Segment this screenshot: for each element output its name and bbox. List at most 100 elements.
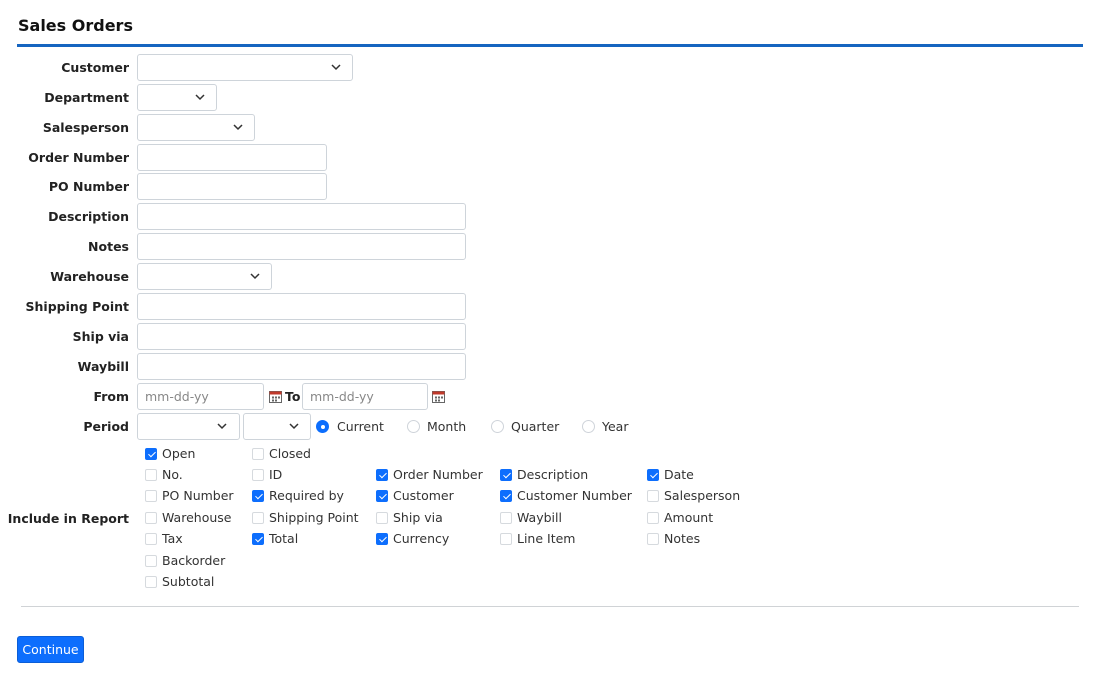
period-current-radio[interactable] <box>316 420 329 433</box>
salesperson-select[interactable] <box>137 114 255 141</box>
include-amount-label: Amount <box>664 510 714 525</box>
shipping-point-input[interactable] <box>137 293 466 320</box>
chevron-down-icon <box>331 63 341 71</box>
from-label: From <box>93 389 129 404</box>
customer-label: Customer <box>61 60 129 75</box>
ship-via-input[interactable] <box>137 323 466 350</box>
include-waybill-checkbox[interactable] <box>500 512 512 524</box>
sales-orders-page: Sales Orders Customer Department Salespe… <box>0 0 1100 688</box>
include-waybill-label: Waybill <box>517 510 562 525</box>
include-customer-number-label: Customer Number <box>517 488 632 503</box>
warehouse-label: Warehouse <box>50 269 129 284</box>
include-backorder-checkbox[interactable] <box>145 555 157 567</box>
include-date-label: Date <box>664 467 694 482</box>
calendar-icon[interactable] <box>432 391 445 403</box>
include-subtotal-checkbox[interactable] <box>145 576 157 588</box>
include-no-label: No. <box>162 467 183 482</box>
to-label: To <box>285 389 301 404</box>
include-no-checkbox[interactable] <box>145 469 157 481</box>
include-total-label: Total <box>269 531 299 546</box>
notes-label: Notes <box>88 239 129 254</box>
chevron-down-icon <box>289 422 299 430</box>
salesperson-label: Salesperson <box>42 120 129 135</box>
include-salesperson-label: Salesperson <box>664 488 741 503</box>
to-date-input[interactable] <box>302 383 428 410</box>
continue-button[interactable]: Continue <box>17 636 84 663</box>
include-warehouse-label: Warehouse <box>162 510 232 525</box>
description-input[interactable] <box>137 203 466 230</box>
calendar-icon[interactable] <box>269 391 282 403</box>
order-number-label: Order Number <box>28 150 129 165</box>
customer-select[interactable] <box>137 54 353 81</box>
include-id-label: ID <box>269 467 283 482</box>
po-number-label: PO Number <box>48 179 129 194</box>
notes-input[interactable] <box>137 233 466 260</box>
description-label: Description <box>48 209 129 224</box>
divider <box>21 606 1079 607</box>
include-currency-label: Currency <box>393 531 450 546</box>
include-closed-checkbox[interactable] <box>252 448 264 460</box>
include-shipping-point-label: Shipping Point <box>269 510 359 525</box>
include-total-checkbox[interactable] <box>252 533 264 545</box>
include-in-report-label: Include in Report <box>7 511 129 526</box>
title-bar: Sales Orders <box>17 0 1083 47</box>
include-tax-label: Tax <box>162 531 183 546</box>
include-closed-label: Closed <box>269 446 311 461</box>
period-quarter-radio[interactable] <box>491 420 504 433</box>
include-customer-checkbox[interactable] <box>376 490 388 502</box>
include-description-checkbox[interactable] <box>500 469 512 481</box>
period-year-radio[interactable] <box>582 420 595 433</box>
include-po-number-checkbox[interactable] <box>145 490 157 502</box>
include-tax-checkbox[interactable] <box>145 533 157 545</box>
include-line-item-label: Line Item <box>517 531 576 546</box>
shipping-point-label: Shipping Point <box>25 299 129 314</box>
include-description-label: Description <box>517 467 589 482</box>
department-label: Department <box>44 90 129 105</box>
period-month-label: Month <box>427 419 467 434</box>
include-ship-via-label: Ship via <box>393 510 443 525</box>
period-year-label: Year <box>602 419 629 434</box>
include-warehouse-checkbox[interactable] <box>145 512 157 524</box>
include-notes-checkbox[interactable] <box>647 533 659 545</box>
period-quarter-label: Quarter <box>511 419 560 434</box>
from-date-input[interactable] <box>137 383 264 410</box>
period-current-label: Current <box>337 419 384 434</box>
include-po-number-label: PO Number <box>162 488 234 503</box>
department-select[interactable] <box>137 84 217 111</box>
include-backorder-label: Backorder <box>162 553 226 568</box>
order-number-input[interactable] <box>137 144 327 171</box>
include-required-by-label: Required by <box>269 488 344 503</box>
period-year-select[interactable] <box>243 413 311 440</box>
include-id-checkbox[interactable] <box>252 469 264 481</box>
include-required-by-checkbox[interactable] <box>252 490 264 502</box>
include-amount-checkbox[interactable] <box>647 512 659 524</box>
period-label: Period <box>83 419 129 434</box>
waybill-label: Waybill <box>77 359 129 374</box>
include-subtotal-label: Subtotal <box>162 574 215 589</box>
chevron-down-icon <box>233 123 243 131</box>
chevron-down-icon <box>217 422 227 430</box>
po-number-input[interactable] <box>137 173 327 200</box>
chevron-down-icon <box>250 272 260 280</box>
period-month-select[interactable] <box>137 413 240 440</box>
warehouse-select[interactable] <box>137 263 272 290</box>
date-range-row: From To <box>0 383 460 410</box>
period-month-radio[interactable] <box>407 420 420 433</box>
waybill-input[interactable] <box>137 353 466 380</box>
include-customer-number-checkbox[interactable] <box>500 490 512 502</box>
include-order-number-label: Order Number <box>393 467 483 482</box>
include-open-label: Open <box>162 446 196 461</box>
include-line-item-checkbox[interactable] <box>500 533 512 545</box>
include-open-checkbox[interactable] <box>145 448 157 460</box>
include-salesperson-checkbox[interactable] <box>647 490 659 502</box>
include-shipping-point-checkbox[interactable] <box>252 512 264 524</box>
include-ship-via-checkbox[interactable] <box>376 512 388 524</box>
include-order-number-checkbox[interactable] <box>376 469 388 481</box>
page-title: Sales Orders <box>18 16 133 35</box>
period-row: Period Current Month Quarter Year <box>0 413 640 440</box>
include-customer-label: Customer <box>393 488 454 503</box>
chevron-down-icon <box>195 93 205 101</box>
include-currency-checkbox[interactable] <box>376 533 388 545</box>
include-date-checkbox[interactable] <box>647 469 659 481</box>
ship-via-label: Ship via <box>72 329 129 344</box>
